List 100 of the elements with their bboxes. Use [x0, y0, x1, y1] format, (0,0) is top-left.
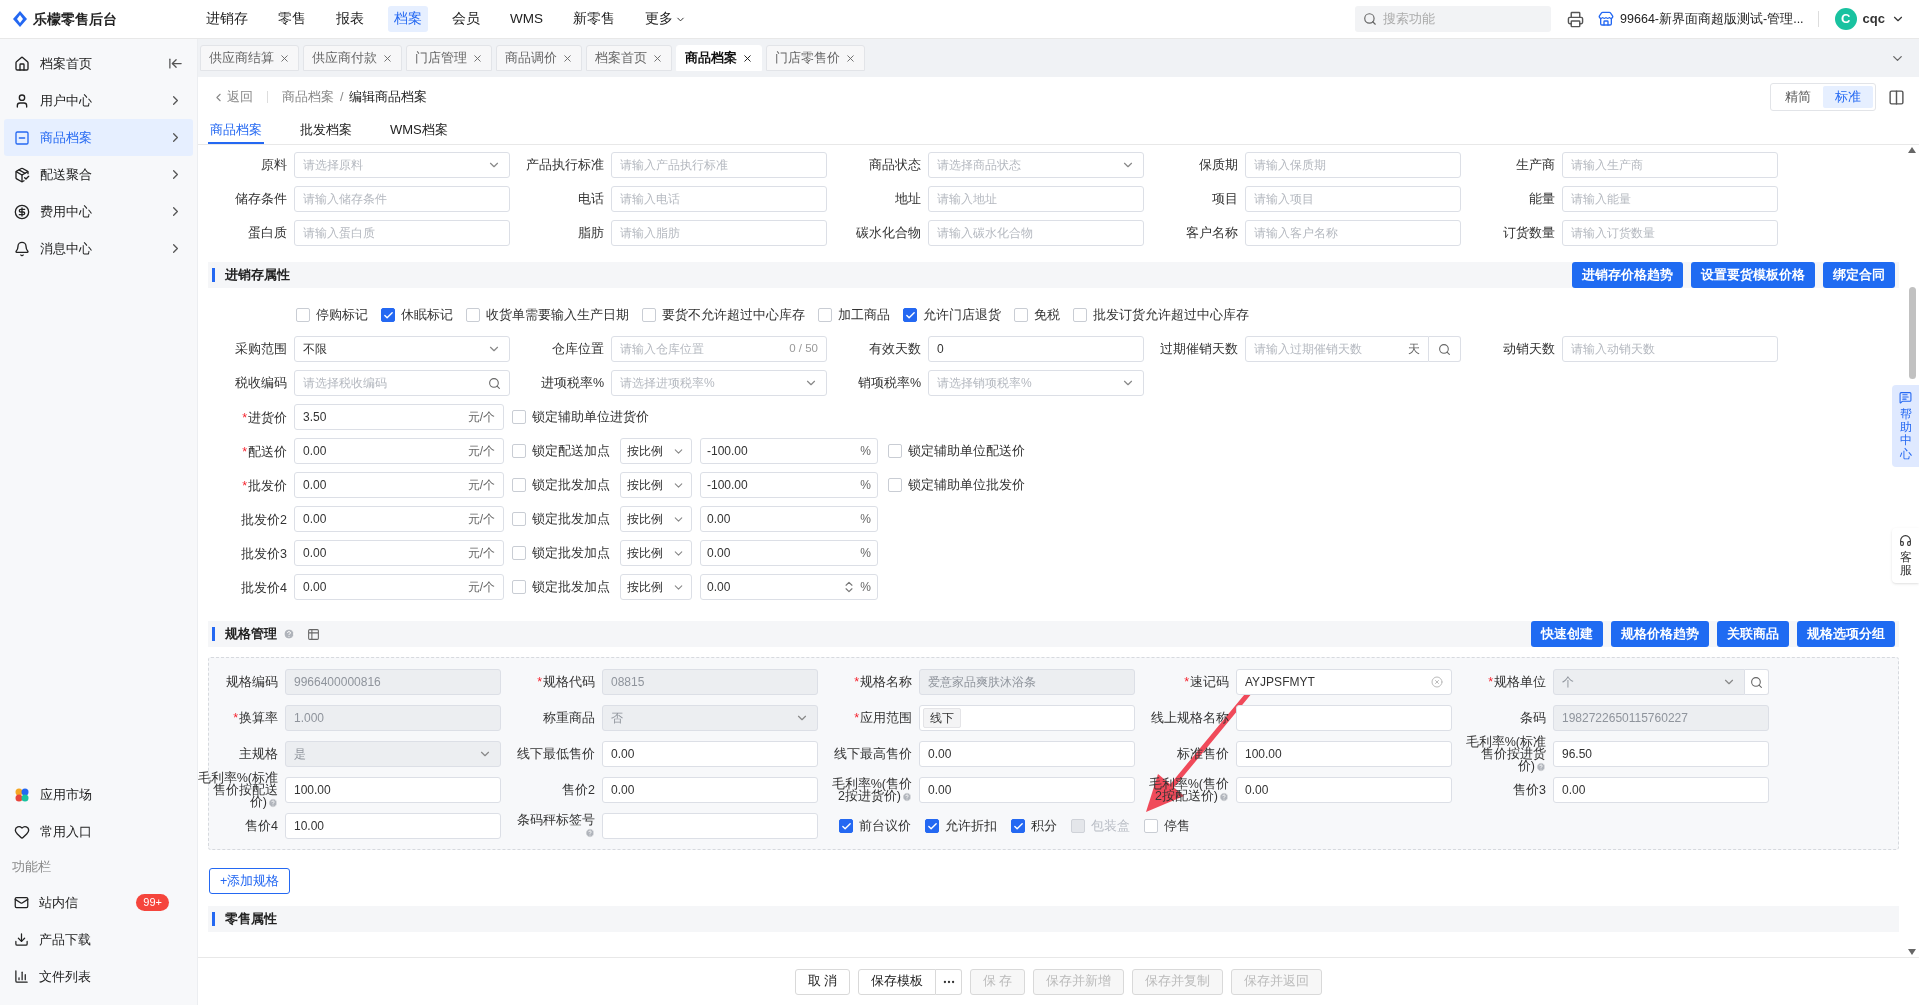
input-field[interactable]: 3.50 元/个: [294, 404, 504, 430]
sidebar-item[interactable]: 应用市场: [4, 776, 193, 813]
input-field[interactable]: 0.00 元/个: [294, 540, 504, 566]
sidebar-item[interactable]: 文件列表: [4, 958, 193, 995]
page-tab[interactable]: 档案首页: [586, 45, 672, 71]
page-tab[interactable]: 商品调价: [496, 45, 582, 71]
sub-tab[interactable]: WMS档案: [388, 117, 450, 144]
checkbox[interactable]: [1011, 819, 1025, 833]
user-name[interactable]: cqc: [1862, 9, 1885, 29]
input-field[interactable]: 0.00 %: [700, 540, 878, 566]
help-center-tab[interactable]: 帮助中心: [1892, 385, 1919, 467]
customer-service-tab[interactable]: 客服: [1892, 528, 1919, 584]
download-icon: [14, 932, 29, 947]
action-button[interactable]: 绑定合同: [1823, 262, 1895, 288]
printer-icon[interactable]: [1567, 10, 1585, 28]
input-field[interactable]: 96.50: [1553, 741, 1769, 767]
top-menu-item[interactable]: 进销存: [200, 6, 254, 32]
scroll-up-icon[interactable]: [1908, 147, 1916, 153]
action-button[interactable]: 设置要货模板价格: [1691, 262, 1815, 288]
action-button[interactable]: 进销存价格趋势: [1572, 262, 1683, 288]
input-field[interactable]: 0.00 %: [700, 574, 878, 600]
sidebar-item[interactable]: 费用中心: [4, 193, 193, 230]
layout-icon[interactable]: [1888, 88, 1905, 106]
search-button[interactable]: [1745, 669, 1769, 695]
checkbox[interactable]: [839, 819, 853, 833]
top-menu-item[interactable]: 更多: [639, 6, 692, 32]
select-field[interactable]: 按比例: [620, 472, 692, 498]
sub-tab[interactable]: 批发档案: [298, 117, 354, 144]
sidebar-item[interactable]: 配送聚合: [4, 156, 193, 193]
search-button[interactable]: [1429, 336, 1461, 362]
input-field[interactable]: 0.00 元/个: [294, 506, 504, 532]
field-label: 售价4: [245, 820, 278, 832]
field-label: 碳水化合物: [856, 227, 921, 239]
tag-field[interactable]: 线下: [919, 705, 1135, 731]
input-field[interactable]: 0.00: [1236, 777, 1452, 803]
action-button[interactable]: 规格价格趋势: [1611, 621, 1709, 647]
sidebar-item[interactable]: 档案首页: [4, 45, 193, 82]
scrollbar-thumb[interactable]: [1908, 287, 1916, 379]
top-menu-item[interactable]: 报表: [330, 6, 370, 32]
input-field[interactable]: 100.00: [1236, 741, 1452, 767]
top-menu-item[interactable]: 会员: [446, 6, 486, 32]
input-field[interactable]: 0.00: [919, 741, 1135, 767]
sidebar-item[interactable]: 产品下载: [4, 921, 193, 958]
input-field[interactable]: -100.00 %: [700, 472, 878, 498]
unit-suffix: 元/个: [467, 545, 495, 562]
action-button[interactable]: 规格选项分组: [1797, 621, 1895, 647]
store-name[interactable]: 99664-新界面商超版测试-管理...: [1620, 9, 1804, 29]
input-field[interactable]: 0.00: [602, 741, 818, 767]
breadcrumb-link[interactable]: 商品档案: [282, 87, 334, 107]
top-menu-item[interactable]: WMS: [504, 6, 549, 32]
select-field[interactable]: 按比例: [620, 540, 692, 566]
action-button[interactable]: 关联商品: [1717, 621, 1789, 647]
select-field[interactable]: 按比例: [620, 438, 692, 464]
view-toggle-option[interactable]: 标准: [1823, 86, 1873, 108]
checkbox[interactable]: [381, 308, 395, 322]
sub-tab[interactable]: 商品档案: [208, 117, 264, 144]
top-menu-item[interactable]: 档案: [388, 6, 428, 32]
collapse-icon[interactable]: [168, 56, 183, 71]
input-field[interactable]: 10.00: [285, 813, 501, 839]
close-icon[interactable]: [742, 52, 753, 64]
input-field[interactable]: 0.00 元/个: [294, 438, 504, 464]
sidebar-item[interactable]: 消息中心: [4, 230, 193, 267]
action-button[interactable]: 快速创建: [1531, 621, 1603, 647]
table-icon[interactable]: [307, 627, 320, 641]
select-field[interactable]: 不限: [294, 336, 510, 362]
page-tab[interactable]: 供应商结算: [200, 45, 299, 71]
add-spec-button[interactable]: +添加规格: [209, 868, 291, 894]
input-field[interactable]: 0.00 元/个: [294, 574, 504, 600]
checkbox[interactable]: [903, 308, 917, 322]
top-menu-item[interactable]: 零售: [272, 6, 312, 32]
input-field[interactable]: 0.00 元/个: [294, 472, 504, 498]
footer-button[interactable]: 保存模板: [858, 968, 936, 995]
input-field[interactable]: AYJPSFMYT: [1236, 669, 1452, 695]
checkbox[interactable]: [925, 819, 939, 833]
input-field[interactable]: 0.00: [919, 777, 1135, 803]
input-field[interactable]: 100.00: [285, 777, 501, 803]
sidebar-item[interactable]: 站内信 99+: [4, 884, 193, 921]
sidebar-item[interactable]: 用户中心: [4, 82, 193, 119]
input-field[interactable]: 请输入过期催销天数 天: [1245, 336, 1429, 362]
input-field[interactable]: 0.00: [602, 777, 818, 803]
input-field[interactable]: -100.00 %: [700, 438, 878, 464]
sidebar-item[interactable]: 常用入口: [4, 813, 193, 850]
page-tab[interactable]: 门店零售价: [766, 45, 865, 71]
input-field[interactable]: 0: [928, 336, 1144, 362]
input-field[interactable]: [602, 813, 818, 839]
select-field[interactable]: 按比例: [620, 574, 692, 600]
sidebar-item[interactable]: 商品档案: [4, 119, 193, 156]
page-tab[interactable]: 门店管理: [406, 45, 492, 71]
field-label: 条码: [1520, 712, 1546, 724]
page-tab[interactable]: 供应商付款: [303, 45, 402, 71]
scroll-down-icon[interactable]: [1908, 949, 1916, 955]
input-field[interactable]: [1236, 705, 1452, 731]
footer-button[interactable]: 取 消: [794, 968, 850, 995]
select-field[interactable]: 按比例: [620, 506, 692, 532]
page-tab[interactable]: 商品档案: [676, 45, 762, 71]
input-field[interactable]: 0.00 %: [700, 506, 878, 532]
input-field[interactable]: 0.00: [1553, 777, 1769, 803]
back-link[interactable]: 返回: [212, 87, 253, 107]
view-toggle-option[interactable]: 精简: [1773, 86, 1823, 108]
top-menu-item[interactable]: 新零售: [567, 6, 621, 32]
